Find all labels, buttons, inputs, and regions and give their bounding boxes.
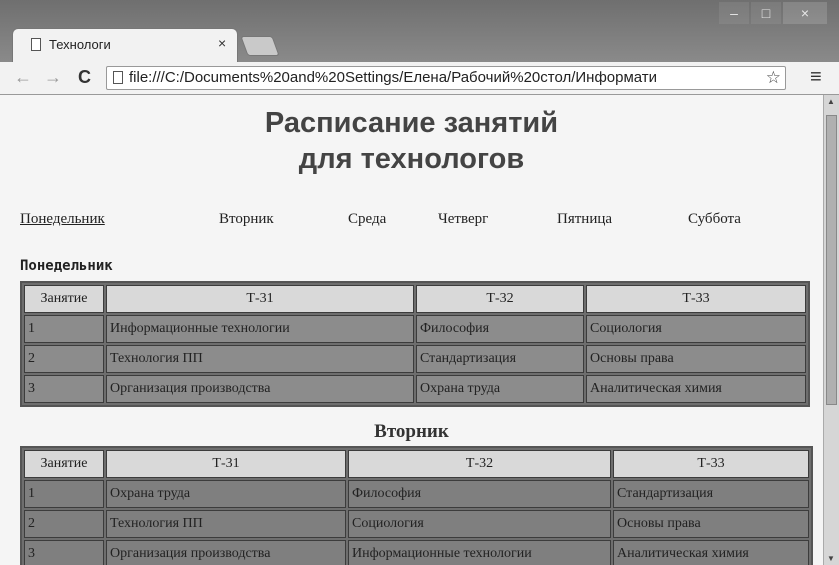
- table-cell: Информационные технологии: [106, 315, 414, 343]
- header-group-t33: Т-33: [613, 450, 809, 478]
- page-title: Расписание занятий для технологов: [0, 105, 823, 177]
- table-cell: Технология ПП: [106, 345, 414, 373]
- header-group-t31: Т-31: [106, 450, 346, 478]
- scroll-up-icon[interactable]: ▲: [827, 97, 835, 106]
- day-link-friday: Пятница: [557, 211, 613, 227]
- table-cell: Стандартизация: [416, 345, 584, 373]
- browser-toolbar: ← → C file:///C:/Documents%20and%20Setti…: [0, 62, 839, 95]
- lesson-number: 1: [24, 315, 104, 343]
- lesson-number: 1: [24, 480, 104, 508]
- window-titlebar: Технологи × ‒ □ ×: [0, 0, 839, 62]
- page-content: Расписание занятий для технологов Понеде…: [0, 95, 823, 565]
- day-link-tuesday: Вторник: [219, 211, 274, 227]
- scroll-down-icon[interactable]: ▼: [827, 554, 835, 563]
- bookmark-star-icon[interactable]: ☆: [766, 68, 781, 88]
- header-group-t31: Т-31: [106, 285, 414, 313]
- table-row: 3 Организация производства Охрана труда …: [24, 375, 806, 403]
- page-title-line-2: для технологов: [298, 143, 525, 175]
- header-lesson: Занятие: [24, 285, 104, 313]
- table-row: 2 Технология ПП Социология Основы права: [24, 510, 809, 538]
- table-cell: Организация производства: [106, 375, 414, 403]
- minimize-button[interactable]: ‒: [719, 2, 749, 24]
- table-header-row: Занятие Т-31 Т-32 Т-33: [24, 285, 806, 313]
- table-header-row: Занятие Т-31 Т-32 Т-33: [24, 450, 809, 478]
- vertical-scrollbar[interactable]: ▲ ▼: [823, 95, 839, 565]
- table-cell: Организация производства: [106, 540, 346, 565]
- monday-schedule-table: Занятие Т-31 Т-32 Т-33 1 Информационные …: [20, 281, 810, 407]
- window-controls: ‒ □ ×: [719, 2, 827, 26]
- monday-heading: Понедельник: [20, 258, 113, 274]
- tuesday-heading: Вторник: [374, 421, 449, 442]
- page-icon: [31, 38, 41, 51]
- address-text[interactable]: file:///C:/Documents%20and%20Settings/Ел…: [129, 69, 759, 86]
- table-cell: Охрана труда: [416, 375, 584, 403]
- table-cell: Основы права: [613, 510, 809, 538]
- header-group-t32: Т-32: [416, 285, 584, 313]
- tab-title: Технологи: [49, 37, 111, 52]
- table-cell: Аналитическая химия: [586, 375, 806, 403]
- table-cell: Стандартизация: [613, 480, 809, 508]
- table-cell: Социология: [586, 315, 806, 343]
- lesson-number: 2: [24, 510, 104, 538]
- address-bar[interactable]: file:///C:/Documents%20and%20Settings/Ел…: [106, 66, 786, 90]
- tuesday-schedule-table: Занятие Т-31 Т-32 Т-33 1 Охрана труда Фи…: [20, 446, 813, 565]
- table-cell: Информационные технологии: [348, 540, 611, 565]
- reload-icon[interactable]: C: [78, 67, 91, 88]
- browser-tab[interactable]: Технологи ×: [12, 28, 238, 62]
- table-row: 3 Организация производства Информационны…: [24, 540, 809, 565]
- maximize-button[interactable]: □: [751, 2, 781, 24]
- forward-arrow-icon[interactable]: →: [44, 67, 62, 88]
- page-icon: [113, 71, 123, 84]
- table-cell: Охрана труда: [106, 480, 346, 508]
- table-row: 2 Технология ПП Стандартизация Основы пр…: [24, 345, 806, 373]
- lesson-number: 2: [24, 345, 104, 373]
- table-cell: Основы права: [586, 345, 806, 373]
- table-row: 1 Информационные технологии Философия Со…: [24, 315, 806, 343]
- back-arrow-icon[interactable]: ←: [14, 67, 32, 88]
- days-navigation: Понедельник Вторник Среда Четверг Пятниц…: [20, 211, 800, 231]
- table-cell: Технология ПП: [106, 510, 346, 538]
- close-window-button[interactable]: ×: [783, 2, 827, 24]
- new-tab-button[interactable]: [240, 36, 280, 56]
- table-cell: Философия: [348, 480, 611, 508]
- tab-close-icon[interactable]: ×: [218, 35, 226, 51]
- scrollbar-thumb[interactable]: [826, 115, 837, 405]
- day-link-monday[interactable]: Понедельник: [20, 211, 105, 228]
- day-link-wednesday: Среда: [348, 211, 387, 227]
- table-cell: Аналитическая химия: [613, 540, 809, 565]
- table-cell: Философия: [416, 315, 584, 343]
- page-title-line-1: Расписание занятий: [264, 107, 559, 139]
- day-link-thursday: Четверг: [438, 211, 489, 227]
- header-group-t33: Т-33: [586, 285, 806, 313]
- header-group-t32: Т-32: [348, 450, 611, 478]
- table-cell: Социология: [348, 510, 611, 538]
- header-lesson: Занятие: [24, 450, 104, 478]
- lesson-number: 3: [24, 375, 104, 403]
- table-row: 1 Охрана труда Философия Стандартизация: [24, 480, 809, 508]
- day-link-saturday: Суббота: [688, 211, 741, 227]
- menu-icon[interactable]: ≡: [810, 66, 822, 89]
- lesson-number: 3: [24, 540, 104, 565]
